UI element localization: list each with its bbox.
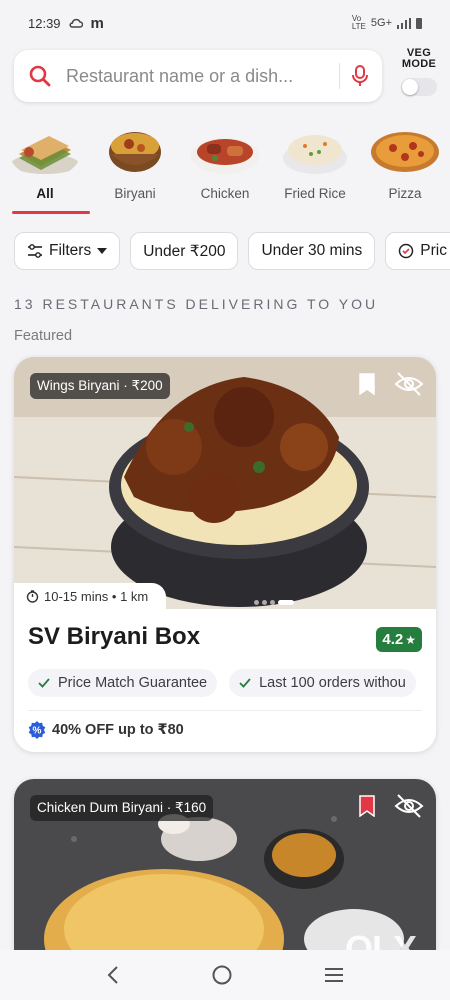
system-nav-bar bbox=[0, 950, 450, 1000]
delivery-time-pill: 10-15 mins • 1 km bbox=[14, 583, 167, 609]
star-icon: ★ bbox=[405, 632, 416, 647]
veg-mode-label-2: MODE bbox=[401, 58, 437, 70]
category-carousel: All Biryani Chicken Fried Rice Pizza bbox=[0, 120, 450, 216]
status-time: 12:39 bbox=[28, 15, 61, 31]
search-input[interactable]: Restaurant name or a dish... bbox=[66, 66, 327, 87]
search-icon bbox=[29, 65, 51, 87]
carousel-dots bbox=[254, 600, 294, 605]
pizza-food-image bbox=[371, 132, 439, 172]
hide-eye-icon[interactable] bbox=[394, 371, 424, 397]
category-label: All bbox=[36, 186, 54, 201]
svg-text:%: % bbox=[33, 726, 42, 737]
feature-tags: Price Match Guarantee Last 100 orders wi… bbox=[28, 669, 416, 697]
restaurant-photo[interactable]: Wings Biryani · ₹200 10-15 mins • 1 km bbox=[14, 357, 436, 609]
filter-under-200[interactable]: Under ₹200 bbox=[130, 232, 239, 270]
category-label: Pizza bbox=[388, 186, 422, 201]
category-pizza[interactable]: Pizza bbox=[360, 120, 450, 216]
search-bar[interactable]: Restaurant name or a dish... bbox=[14, 50, 382, 102]
category-label: Chicken bbox=[200, 186, 250, 201]
battery-icon bbox=[416, 17, 422, 29]
chicken-food-image bbox=[191, 138, 259, 174]
mic-icon[interactable] bbox=[352, 65, 368, 87]
veg-mode-toggle[interactable] bbox=[401, 78, 437, 96]
bookmark-icon[interactable] bbox=[358, 373, 376, 395]
feature-label: Price Match Guarantee bbox=[58, 675, 208, 691]
offer-row: % 40% OFF up to ₹80 bbox=[28, 721, 184, 739]
status-bar: 12:39 m Vo LTE 5G+ bbox=[0, 0, 450, 46]
carrier-badge: m bbox=[90, 14, 104, 32]
chip-label: Pric bbox=[420, 242, 447, 259]
divider bbox=[28, 710, 422, 711]
dish-tag: Chicken Dum Biryani · ₹160 bbox=[30, 795, 214, 821]
caret-down-icon bbox=[97, 248, 108, 254]
network-label: 5G+ bbox=[370, 17, 392, 29]
home-icon[interactable] bbox=[211, 964, 233, 986]
bookmark-filled-icon[interactable] bbox=[358, 795, 376, 817]
category-biryani[interactable]: Biryani bbox=[90, 120, 180, 216]
discount-badge-icon: % bbox=[28, 721, 46, 739]
filter-under-30-mins[interactable]: Under 30 mins bbox=[248, 232, 376, 270]
category-chicken[interactable]: Chicken bbox=[180, 120, 270, 216]
filter-chips: Filters Under ₹200 Under 30 mins Pric bbox=[14, 232, 450, 270]
feature-tag: Last 100 orders withou bbox=[229, 669, 416, 697]
recent-apps-icon[interactable] bbox=[324, 967, 344, 983]
fried-rice-food-image bbox=[283, 135, 347, 174]
featured-label: Featured bbox=[14, 328, 73, 344]
rating-badge: 4.2 ★ bbox=[376, 627, 422, 652]
vo-lte-icon: Vo LTE bbox=[351, 14, 366, 31]
dish-tag: Wings Biryani · ₹200 bbox=[30, 373, 170, 399]
filter-price[interactable]: Pric bbox=[385, 232, 450, 270]
feature-label: Last 100 orders withou bbox=[259, 675, 406, 691]
back-icon[interactable] bbox=[106, 965, 120, 985]
cloud-icon bbox=[69, 18, 83, 28]
check-circle-icon bbox=[399, 243, 414, 259]
rating-value: 4.2 bbox=[382, 631, 404, 648]
category-fried-rice[interactable]: Fried Rice bbox=[270, 120, 360, 216]
stopwatch-icon bbox=[26, 589, 39, 603]
chip-label: Under 30 mins bbox=[261, 242, 363, 259]
feature-tag: Price Match Guarantee bbox=[28, 669, 218, 697]
restaurant-count-heading: 13 RESTAURANTS DELIVERING TO YOU bbox=[14, 296, 379, 312]
chip-label: Under ₹200 bbox=[143, 242, 226, 260]
sliders-icon bbox=[28, 244, 42, 258]
offer-text: 40% OFF up to ₹80 bbox=[52, 722, 184, 738]
filters-button[interactable]: Filters bbox=[14, 232, 121, 270]
delivery-time: 10-15 mins • 1 km bbox=[44, 588, 149, 604]
signal-icon bbox=[397, 17, 411, 29]
filters-label: Filters bbox=[49, 242, 92, 259]
hide-eye-icon[interactable] bbox=[394, 793, 424, 819]
category-all[interactable]: All bbox=[0, 120, 90, 216]
category-label: Fried Rice bbox=[284, 186, 346, 201]
biryani-food-image bbox=[109, 132, 161, 172]
search-divider bbox=[339, 63, 340, 89]
category-label: Biryani bbox=[114, 186, 156, 201]
restaurant-card[interactable]: Wings Biryani · ₹200 10-15 mins • 1 km S… bbox=[14, 357, 436, 752]
restaurant-name[interactable]: SV Biryani Box bbox=[28, 623, 200, 651]
veg-mode: VEG MODE bbox=[392, 48, 446, 96]
check-icon bbox=[239, 678, 251, 688]
check-icon bbox=[38, 678, 50, 688]
sandwich-food-image bbox=[11, 136, 79, 174]
